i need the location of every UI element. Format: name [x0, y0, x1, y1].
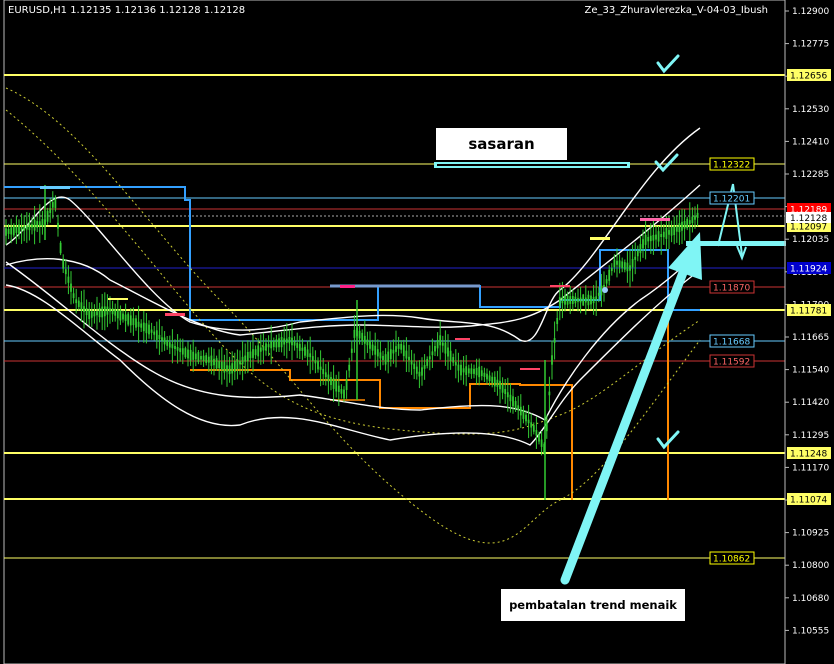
svg-text:1.11870: 1.11870	[713, 284, 750, 294]
svg-text:1.12201: 1.12201	[713, 195, 750, 205]
level-price-label: 1.11592	[709, 354, 755, 368]
price-tick-label: 1.12775	[792, 40, 829, 50]
indicator-name: Ze_33_Zhuravlerezka_V-04-03_Ibush	[584, 5, 768, 16]
symbol-info: EURUSD,H1 1.12135 1.12136 1.12128 1.1212…	[8, 5, 246, 16]
price-tick-label: 1.11665	[792, 333, 829, 343]
svg-text:1.11781: 1.11781	[790, 307, 827, 317]
annotation-level-bar	[686, 241, 786, 246]
svg-text:1.11592: 1.11592	[713, 358, 750, 368]
svg-text:1.11248: 1.11248	[790, 450, 827, 460]
reversal-label-box: pembatalan trend menaik	[501, 589, 685, 621]
price-chart[interactable]: 1.129001.127751.126551.125301.124101.122…	[0, 0, 834, 664]
price-tick-label: 1.12410	[792, 137, 829, 147]
price-tick-label: 1.11420	[792, 398, 829, 408]
price-tick-label: 1.11540	[792, 366, 829, 376]
price-tick-label: 1.10925	[792, 529, 829, 539]
svg-text:1.11924: 1.11924	[790, 265, 827, 275]
svg-text:1.11668: 1.11668	[713, 338, 750, 348]
annotation-target-bar	[434, 162, 630, 168]
price-tick-label: 1.12530	[792, 105, 829, 115]
svg-text:1.12128: 1.12128	[790, 214, 827, 224]
svg-text:1.12656: 1.12656	[790, 72, 827, 82]
level-price-label: 1.11668	[709, 334, 755, 348]
svg-text:1.10862: 1.10862	[713, 555, 750, 565]
price-tick-label: 1.11295	[792, 431, 829, 441]
price-tick-label: 1.11170	[792, 463, 829, 473]
price-tick-label: 1.12900	[792, 7, 829, 17]
level-price-label: 1.12656	[787, 69, 831, 82]
level-price-label: 1.11074	[787, 493, 831, 506]
current-price-label: 1.12128	[786, 212, 831, 224]
level-price-label: 1.11781	[787, 304, 831, 317]
price-tick-label: 1.10555	[792, 626, 829, 636]
svg-text:1.12322: 1.12322	[713, 161, 750, 171]
target-label-box: sasaran	[436, 128, 567, 160]
svg-text:1.12097: 1.12097	[790, 223, 827, 233]
price-tick-label: 1.10680	[792, 594, 829, 604]
level-price-label: 1.12201	[709, 191, 755, 205]
price-tick-label: 1.10800	[792, 561, 829, 571]
price-tick-label: 1.12285	[792, 170, 829, 180]
svg-text:1.11074: 1.11074	[790, 496, 827, 506]
level-price-label: 1.11924	[787, 262, 831, 275]
level-price-label: 1.11248	[787, 447, 831, 460]
level-price-label: 1.11870	[709, 280, 755, 294]
level-price-label: 1.10862	[709, 551, 755, 565]
price-tick-label: 1.12035	[792, 235, 829, 245]
level-price-label: 1.12322	[709, 157, 755, 171]
